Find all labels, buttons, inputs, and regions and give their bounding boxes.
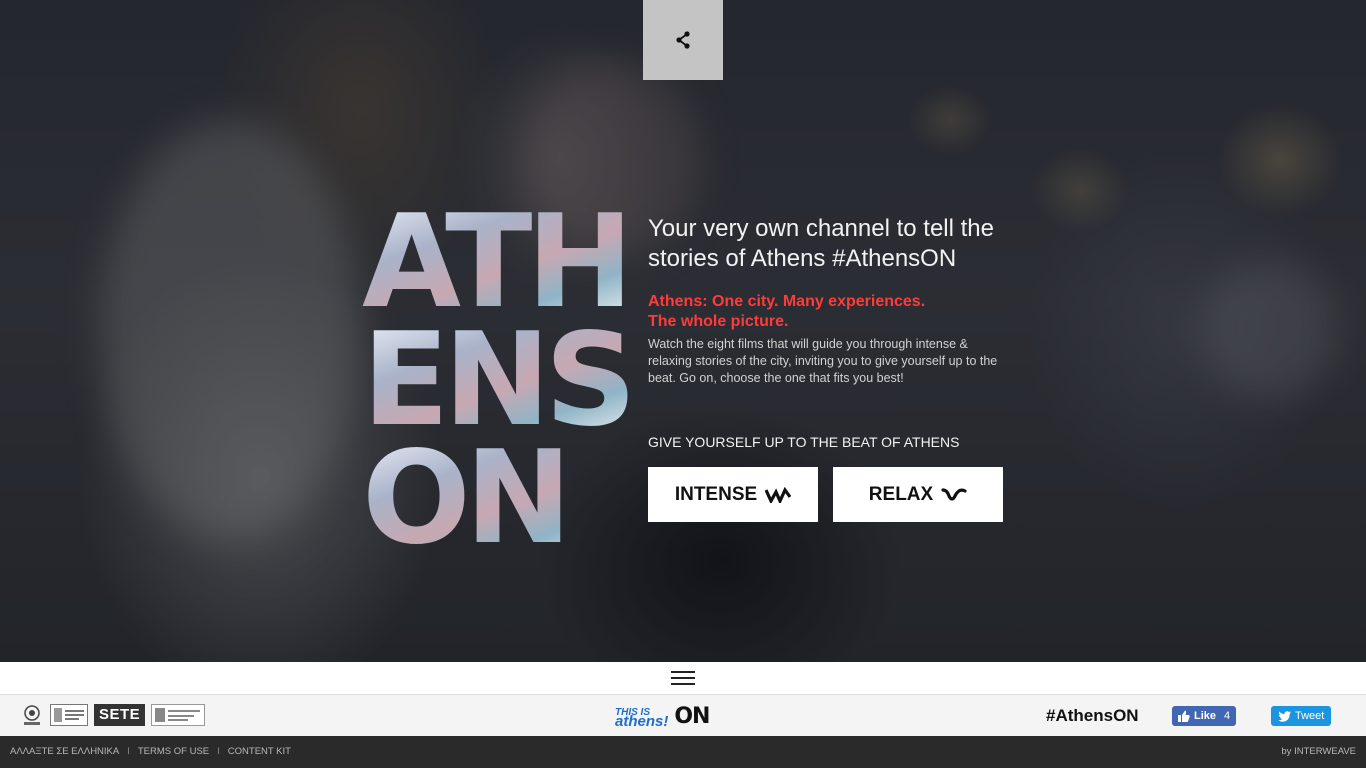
share-button[interactable] (643, 0, 723, 80)
city-of-athens-logo[interactable] (20, 703, 44, 727)
tagline-line-2: The whole picture. (648, 313, 789, 330)
relax-button-label: RELAX (868, 483, 934, 505)
relax-wave-icon (941, 487, 967, 501)
tagline: Athens: One city. Many experiences. The … (648, 292, 1008, 332)
intense-wave-icon (765, 486, 792, 503)
page-headline: Your very own channel to tell the storie… (648, 215, 994, 272)
footer-link-greek[interactable]: ΑΛΛΑΞΤΕ ΣΕ ΕΛΛΗΝΙΚΑ (10, 746, 119, 757)
description: Watch the eight films that will guide yo… (648, 337, 998, 385)
footer-separator: I (217, 746, 220, 757)
footer-separator: I (127, 746, 130, 757)
tweet-button[interactable]: Tweet (1271, 706, 1332, 726)
hamburger-icon[interactable] (671, 671, 695, 685)
beat-label: GIVE YOURSELF UP TO THE BEAT OF ATHENS (648, 434, 960, 450)
logo-line-3: ON (362, 435, 632, 563)
footer: ΑΛΛΑΞΤΕ ΣΕ ΕΛΛΗΝΙΚΑ I TERMS OF USE I CON… (0, 736, 1366, 768)
logo-line-2: ENS (362, 306, 637, 455)
this-is-big: athens! (615, 712, 669, 730)
thumbs-up-icon (1178, 710, 1190, 722)
tweet-label: Tweet (1295, 710, 1325, 722)
footer-links: ΑΛΛΑΞΤΕ ΣΕ ΕΛΛΗΝΙΚΑ I TERMS OF USE I CON… (10, 746, 291, 757)
twitter-bird-icon (1278, 710, 1291, 722)
footer-link-terms[interactable]: TERMS OF USE (138, 746, 209, 757)
hashtag: #AthensON (1046, 706, 1139, 725)
partner-logos: SETE (20, 700, 206, 730)
partner-logo[interactable] (151, 704, 206, 726)
athens-on-logo: ATH ENS ON (362, 199, 637, 564)
this-is-athens-mark: THIS IS athens! (615, 707, 669, 730)
menu-bar (0, 662, 1366, 695)
like-count: 4 (1224, 710, 1231, 722)
like-label: Like (1194, 710, 1217, 722)
this-is-athens-logo[interactable]: THIS IS athens! ON (615, 704, 710, 730)
intense-button-label: INTENSE (674, 483, 758, 505)
share-icon (676, 31, 690, 49)
intro-block: Your very own channel to tell the storie… (648, 214, 1008, 387)
footer-link-content-kit[interactable]: CONTENT KIT (228, 746, 291, 757)
tagline-line-1: Athens: One city. Many experiences. (648, 293, 926, 310)
logo-line-1: ATH (362, 199, 634, 327)
on-mark: ON (674, 704, 710, 729)
ministry-logo[interactable] (50, 704, 88, 726)
facebook-like-button[interactable]: Like 4 (1172, 706, 1237, 726)
sete-logo[interactable]: SETE (94, 704, 146, 726)
relax-button[interactable]: RELAX (833, 467, 1003, 522)
intense-button[interactable]: INTENSE (648, 467, 818, 522)
credit-link[interactable]: by INTERWEAVE (1281, 746, 1356, 757)
